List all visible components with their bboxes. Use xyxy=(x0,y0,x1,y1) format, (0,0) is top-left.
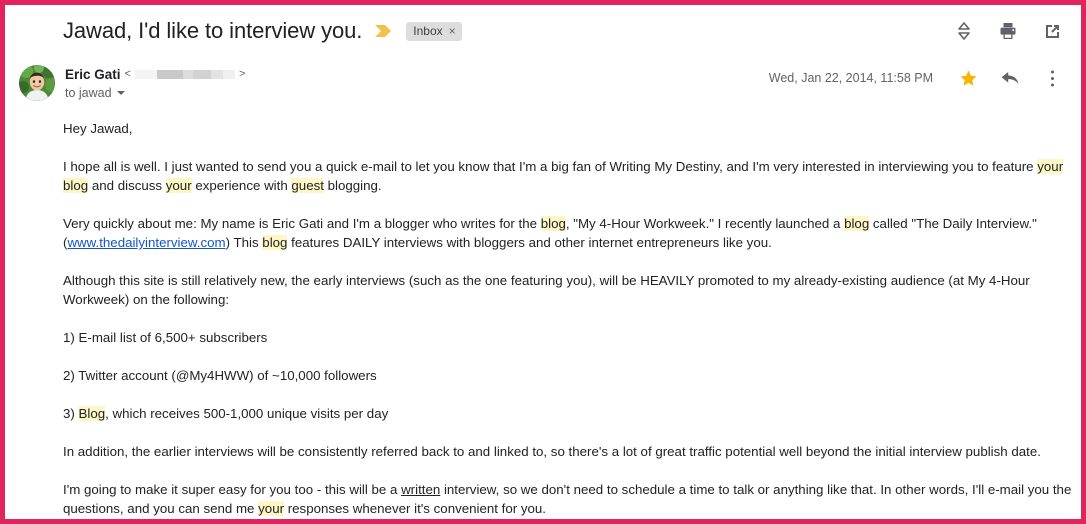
p2-text-d: ) This xyxy=(225,235,263,250)
chevron-down-icon[interactable] xyxy=(116,91,125,95)
highlight-your: your xyxy=(165,178,192,193)
subject-actions xyxy=(953,20,1069,42)
highlight-your-2: your xyxy=(258,501,285,516)
body-paragraph-1: I hope all is well. I just wanted to sen… xyxy=(63,157,1081,195)
avatar[interactable] xyxy=(19,65,55,101)
recipient-line[interactable]: to jawad xyxy=(65,86,245,100)
sender-name[interactable]: Eric Gati xyxy=(65,67,121,82)
email-open-bracket: < xyxy=(124,68,131,80)
p1-text-c: experience with xyxy=(191,178,292,193)
recipient-label: to jawad xyxy=(65,86,112,100)
p1-text-a: I hope all is well. I just wanted to sen… xyxy=(63,159,1038,174)
body-list-item-2: 2) Twitter account (@My4HWW) of ~10,000 … xyxy=(63,368,377,383)
p1-text-b: and discuss xyxy=(88,178,166,193)
print-icon[interactable] xyxy=(997,20,1019,42)
underline-written: written xyxy=(401,482,441,497)
list3-text-b: , which receives 500-1,000 unique visits… xyxy=(105,406,389,421)
p2-text-e: features DAILY interviews with bloggers … xyxy=(287,235,772,250)
expand-collapse-icon[interactable] xyxy=(953,20,975,42)
thedailyinterview-link[interactable]: www.thedailyinterview.com xyxy=(67,235,225,250)
star-icon[interactable] xyxy=(957,67,979,89)
label-remove-icon[interactable]: × xyxy=(449,22,456,40)
more-vertical-icon[interactable] xyxy=(1041,67,1063,89)
label-chip-text: Inbox xyxy=(413,24,443,38)
redacted-email-address xyxy=(134,69,235,79)
email-close-bracket: > xyxy=(238,68,246,80)
page-title: Jawad, I'd like to interview you. xyxy=(63,18,363,43)
open-in-new-window-icon[interactable] xyxy=(1041,20,1063,42)
label-chip-inbox[interactable]: Inbox × xyxy=(406,21,462,41)
p2-text-a: Very quickly about me: My name is Eric G… xyxy=(63,216,541,231)
body-paragraph-3: Although this site is still relatively n… xyxy=(63,273,1030,307)
list3-text-a: 3) xyxy=(63,406,79,421)
body-paragraph-4: In addition, the earlier interviews will… xyxy=(63,444,1041,459)
body-list-item-3: 3) Blog, which receives 500-1,000 unique… xyxy=(63,404,1081,423)
body-greeting: Hey Jawad, xyxy=(63,121,133,136)
sender-email: < > xyxy=(125,68,246,80)
email-message-window: Jawad, I'd like to interview you. Inbox … xyxy=(0,0,1086,524)
message-body: Hey Jawad, I hope all is well. I just wa… xyxy=(63,119,1081,518)
highlight-guest: guest xyxy=(291,178,324,193)
body-list-item-1: 1) E-mail list of 6,500+ subscribers xyxy=(63,330,268,345)
highlight-blog-3: blog xyxy=(262,235,288,250)
reply-icon[interactable] xyxy=(999,67,1021,89)
p5-text-c: responses whenever it's convenient for y… xyxy=(284,501,547,516)
subject-header: Jawad, I'd like to interview you. Inbox … xyxy=(5,5,1081,57)
message-timestamp: Wed, Jan 22, 2014, 11:58 PM xyxy=(768,71,933,85)
body-paragraph-5: I'm going to make it super easy for you … xyxy=(63,480,1081,518)
body-paragraph-2: Very quickly about me: My name is Eric G… xyxy=(63,214,1081,252)
highlight-blog-2: blog xyxy=(844,216,870,231)
p2-text-b: , "My 4-Hour Workweek." I recently launc… xyxy=(565,216,845,231)
sender-info: Eric Gati < > to jawad xyxy=(65,63,245,101)
p1-text-d: blogging. xyxy=(323,178,382,193)
sender-line: Eric Gati < > xyxy=(65,65,245,83)
p5-text-a: I'm going to make it super easy for you … xyxy=(63,482,402,497)
highlight-blog-1: blog xyxy=(540,216,566,231)
message-actions: Wed, Jan 22, 2014, 11:58 PM xyxy=(769,63,1069,89)
message-header: Eric Gati < > to jawad Wed, Jan 22, 2014… xyxy=(5,63,1081,109)
important-chevron-icon[interactable] xyxy=(374,23,394,39)
highlight-blog-4: Blog xyxy=(78,406,106,421)
